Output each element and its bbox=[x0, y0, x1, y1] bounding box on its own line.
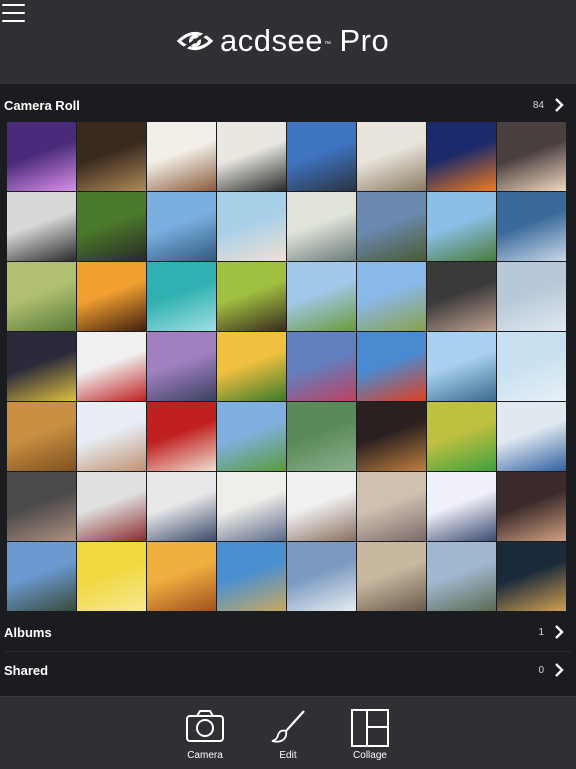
photo-thumbnail-mountain-lake[interactable] bbox=[427, 332, 496, 401]
photo-thumbnail-sailboats[interactable] bbox=[147, 122, 216, 191]
photo-thumbnail-man-camera-green[interactable] bbox=[217, 262, 286, 331]
photo-thumbnail-page-curl-landscape[interactable] bbox=[217, 402, 286, 471]
photo-thumbnail-sunset-silhouette[interactable] bbox=[77, 262, 146, 331]
photo-thumbnail-highway-light-streaks[interactable] bbox=[497, 122, 566, 191]
albums-row[interactable]: Albums 1 bbox=[0, 613, 576, 651]
photo-thumbnail-lens-closeup[interactable] bbox=[427, 262, 496, 331]
photo-thumbnail-friends-on-couch[interactable] bbox=[357, 472, 426, 541]
photo-thumbnail-pier-sunset[interactable] bbox=[147, 332, 216, 401]
acdsee-eye-icon bbox=[176, 31, 214, 51]
photo-thumbnail-sun-rays-valley[interactable] bbox=[427, 472, 496, 541]
camera-roll-count: 84 bbox=[532, 99, 544, 111]
photo-thumbnail-wood-plank[interactable] bbox=[7, 402, 76, 471]
photo-thumbnail-photographer-sky[interactable] bbox=[287, 192, 356, 261]
photo-thumbnail-mountain-flowers[interactable] bbox=[287, 332, 356, 401]
chevron-right-icon bbox=[555, 98, 564, 112]
photo-thumbnail-woman-with-camera[interactable] bbox=[217, 122, 286, 191]
edit-button[interactable]: Edit bbox=[253, 709, 323, 761]
photo-thumbnail-man-with-camera[interactable] bbox=[497, 472, 566, 541]
photo-thumbnail-couple-selfie[interactable] bbox=[217, 192, 286, 261]
photo-thumbnail-cyclist-road[interactable] bbox=[427, 192, 496, 261]
photo-thumbnail-frozen-pier[interactable] bbox=[497, 332, 566, 401]
collage-button[interactable]: Collage bbox=[335, 709, 405, 761]
trademark-mark: ™ bbox=[323, 41, 332, 48]
brand-name: acdsee bbox=[220, 23, 323, 58]
camera-roll-row[interactable]: Camera Roll 84 bbox=[0, 86, 576, 124]
photo-thumbnail-man-at-desk[interactable] bbox=[217, 472, 286, 541]
photo-thumbnail-cloudy-sky[interactable] bbox=[287, 542, 356, 611]
photo-thumbnail-pump-jack-sky[interactable] bbox=[427, 542, 496, 611]
photo-thumbnail-sunset-meadow[interactable] bbox=[217, 332, 286, 401]
photo-thumbnail-frosty-tree[interactable] bbox=[497, 262, 566, 331]
bottom-toolbar: Camera Edit Collage bbox=[0, 696, 576, 769]
photo-thumbnail-photographer-grass[interactable] bbox=[77, 192, 146, 261]
chevron-right-icon bbox=[555, 625, 564, 639]
photo-thumbnail-camera-lens-red[interactable] bbox=[147, 402, 216, 471]
photo-thumbnail-man-at-laptop[interactable] bbox=[357, 122, 426, 191]
chevron-right-icon bbox=[555, 663, 564, 677]
photo-thumbnail-sunset-field[interactable] bbox=[147, 542, 216, 611]
albums-count: 1 bbox=[538, 626, 544, 638]
photo-thumbnail-office-meeting[interactable] bbox=[77, 472, 146, 541]
shared-title: Shared bbox=[4, 662, 49, 678]
photo-thumbnail-woman-reading-tablet[interactable] bbox=[77, 122, 146, 191]
camera-label: Camera bbox=[187, 750, 223, 761]
photo-thumbnail-scattered-icons[interactable] bbox=[287, 402, 356, 471]
paintbrush-icon bbox=[271, 710, 305, 743]
photo-thumbnail-hiker-on-rocks[interactable] bbox=[287, 122, 356, 191]
photo-thumbnail-woman-laughing[interactable] bbox=[7, 472, 76, 541]
app-logo: acdsee™ Pro bbox=[176, 24, 389, 58]
photo-thumbnail-golden-oil[interactable] bbox=[77, 542, 146, 611]
photo-thumbnail-mixing-console[interactable] bbox=[357, 402, 426, 471]
photo-thumbnail-green-hills[interactable] bbox=[7, 262, 76, 331]
photo-thumbnail-hot-air-balloons[interactable] bbox=[357, 332, 426, 401]
camera-roll-title: Camera Roll bbox=[4, 97, 80, 113]
photo-thumbnail-woman-cheering[interactable] bbox=[77, 402, 146, 471]
collage-label: Collage bbox=[353, 750, 387, 761]
photo-thumbnail-pixel-focus[interactable] bbox=[427, 402, 496, 471]
photo-thumbnail-monitor-display[interactable] bbox=[497, 402, 566, 471]
photo-thumbnail-wheat-field[interactable] bbox=[217, 542, 286, 611]
photo-thumbnail-concert-crowd[interactable] bbox=[7, 122, 76, 191]
shared-count: 0 bbox=[538, 664, 544, 676]
photo-thumbnail-woman-camera-bw[interactable] bbox=[7, 192, 76, 261]
photo-thumbnail-bmx-rider[interactable] bbox=[497, 192, 566, 261]
photo-thumbnail-cyclist-hill[interactable] bbox=[357, 192, 426, 261]
photo-thumbnail-snow-goggles[interactable] bbox=[77, 332, 146, 401]
albums-title: Albums bbox=[4, 624, 52, 640]
photo-thumbnail-group-laptop[interactable] bbox=[287, 472, 356, 541]
photo-thumbnail-mother-child-field[interactable] bbox=[357, 262, 426, 331]
photo-thumbnail-night-light-trails[interactable] bbox=[427, 122, 496, 191]
edition-name: Pro bbox=[339, 23, 390, 58]
photo-thumbnail-oil-pumps-sepia[interactable] bbox=[357, 542, 426, 611]
camera-button[interactable]: Camera bbox=[170, 709, 240, 761]
edit-label: Edit bbox=[279, 750, 297, 761]
photo-thumbnail-city-lights-bokeh[interactable] bbox=[497, 542, 566, 611]
hamburger-menu-icon[interactable] bbox=[2, 4, 26, 22]
photo-thumbnail-eiffel-tower[interactable] bbox=[147, 192, 216, 261]
camera-icon bbox=[186, 710, 224, 742]
app-header: acdsee™ Pro bbox=[0, 0, 576, 84]
photo-thumbnail-coastline[interactable] bbox=[7, 542, 76, 611]
photo-grid bbox=[7, 122, 570, 611]
photo-thumbnail-team-at-table[interactable] bbox=[147, 472, 216, 541]
collage-icon bbox=[351, 709, 389, 747]
shared-row[interactable]: Shared 0 bbox=[0, 651, 576, 689]
photo-thumbnail-cyclist-meadow[interactable] bbox=[287, 262, 356, 331]
photo-thumbnail-palm-tree-sky[interactable] bbox=[147, 262, 216, 331]
photo-thumbnail-city-night[interactable] bbox=[7, 332, 76, 401]
